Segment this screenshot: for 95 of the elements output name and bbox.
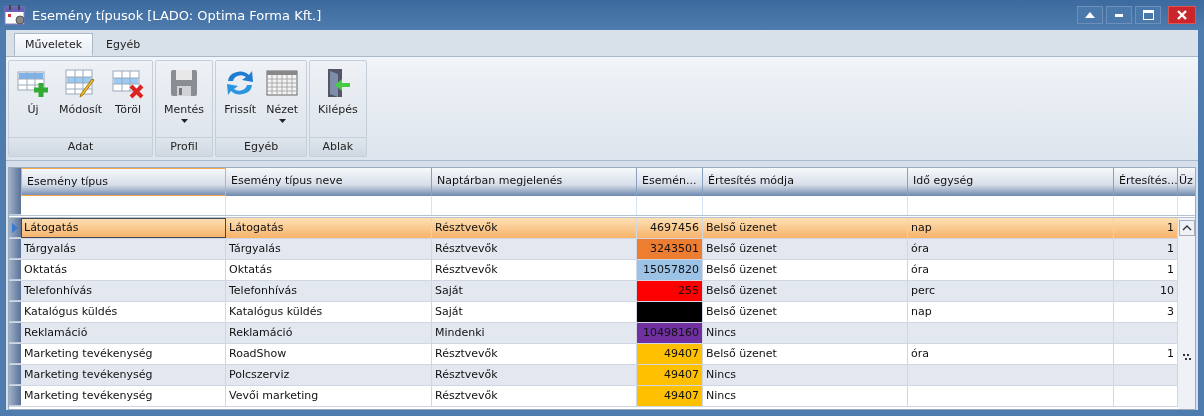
- table-cell: Nincs: [703, 365, 908, 385]
- table-cell: Polcszerviz: [226, 365, 432, 385]
- table-cell: Belső üzenet: [703, 260, 908, 280]
- table-cell: óra: [908, 239, 1114, 259]
- table-row[interactable]: Marketing tevékenység Vevői marketing Résztvevők 49407 Nincs: [9, 386, 1178, 407]
- table-cell: Reklamáció: [21, 323, 226, 343]
- color-cell: 255: [637, 281, 703, 301]
- table-row[interactable]: Tárgyalás Tárgyalás Résztvevők 3243501 Belső üzenet óra 1: [9, 239, 1178, 260]
- ribbon-button[interactable]: Töröl: [108, 65, 149, 135]
- close-icon: [1177, 10, 1187, 20]
- row-indicator: [9, 239, 21, 259]
- grid-corner: [9, 168, 21, 196]
- table-row[interactable]: Látogatás Látogatás Résztvevők 4697456 Belső üzenet nap 1: [9, 218, 1178, 239]
- ribbon-button[interactable]: Kilépés: [314, 65, 362, 135]
- table-delete-icon: [112, 67, 145, 99]
- color-cell: 15057820: [637, 260, 703, 280]
- ribbon-button[interactable]: Mentés: [160, 65, 209, 135]
- maximize-button[interactable]: [1135, 6, 1161, 24]
- row-indicator: [9, 365, 21, 385]
- table-cell: Reklamáció: [226, 323, 432, 343]
- table-cell: RoadShow: [226, 344, 432, 364]
- table-cell: Tárgyalás: [21, 239, 226, 259]
- column-header[interactable]: Értesítés módja: [703, 168, 908, 196]
- table-cell: nap: [908, 302, 1114, 322]
- row-indicator: [9, 260, 21, 280]
- row-indicator: [9, 302, 21, 322]
- table-cell: Oktatás: [21, 260, 226, 280]
- group-label: Egyéb: [216, 137, 307, 156]
- color-cell: 3243501: [637, 239, 703, 259]
- table-row[interactable]: Telefonhívás Telefonhívás Saját 255 Belső üzenet perc 10: [9, 281, 1178, 302]
- grip-icon: [1183, 354, 1191, 362]
- table-cell: Oktatás: [226, 260, 432, 280]
- table-cell: Belső üzenet: [703, 218, 908, 238]
- row-indicator: [9, 386, 21, 406]
- window-title: Esemény típusok [LADO: Optima Forma Kft.]: [32, 7, 322, 23]
- group-label: Ablak: [310, 137, 366, 156]
- table-cell: Nincs: [703, 386, 908, 406]
- column-header[interactable]: Esemén...: [637, 168, 703, 196]
- table-cell: Marketing tevékenység: [21, 386, 226, 406]
- minimize-icon: [1115, 13, 1123, 17]
- close-button[interactable]: [1168, 6, 1196, 24]
- calendar-gear-icon: [4, 4, 26, 26]
- scroll-up-icon: [1178, 220, 1195, 236]
- ribbon-button[interactable]: Frissít: [220, 65, 261, 135]
- collapse-ribbon-button[interactable]: [1077, 6, 1103, 24]
- column-header[interactable]: Üz: [1178, 168, 1195, 196]
- column-header[interactable]: Esemény típus neve: [226, 168, 432, 196]
- table-row[interactable]: Reklamáció Reklamáció Mindenki 10498160 Nincs: [9, 323, 1178, 344]
- table-cell: óra: [908, 260, 1114, 280]
- group-label: Adat: [9, 137, 153, 156]
- row-indicator: [9, 344, 21, 364]
- column-header[interactable]: Értesítés...: [1114, 168, 1178, 196]
- table-cell: Belső üzenet: [703, 281, 908, 301]
- table-cell: Tárgyalás: [226, 239, 432, 259]
- color-cell: 49407: [637, 386, 703, 406]
- vertical-scrollbar[interactable]: [1178, 218, 1195, 409]
- column-header[interactable]: Esemény típus: [21, 168, 226, 196]
- table-cell: Belső üzenet: [703, 239, 908, 259]
- table-cell: Katalógus küldés: [226, 302, 432, 322]
- table-cell: Telefonhívás: [21, 281, 226, 301]
- table-cell: Marketing tevékenység: [21, 344, 226, 364]
- table-cell: óra: [908, 344, 1114, 364]
- color-cell: 10498160: [637, 323, 703, 343]
- column-header[interactable]: Naptárban megjelenés: [432, 168, 637, 196]
- table-row[interactable]: Marketing tevékenység Polcszerviz Résztvevők 49407 Nincs: [9, 365, 1178, 386]
- table-cell: Telefonhívás: [226, 281, 432, 301]
- column-header[interactable]: Idő egység: [908, 168, 1114, 196]
- minimize-button[interactable]: [1106, 6, 1132, 24]
- table-cell: Látogatás: [21, 218, 226, 238]
- table-cell: perc: [908, 281, 1114, 301]
- table-cell: Belső üzenet: [703, 302, 908, 322]
- table-cell: Belső üzenet: [703, 344, 908, 364]
- ribbon-tab[interactable]: Műveletek: [14, 33, 93, 56]
- up-arrow-icon: [1085, 12, 1095, 18]
- ribbon-button[interactable]: Módosít: [55, 65, 107, 135]
- table-pencil-icon: [64, 67, 97, 99]
- table-cell: Katalógus küldés: [21, 302, 226, 322]
- ribbon-tab[interactable]: Egyéb: [95, 33, 152, 56]
- table-cell: nap: [908, 218, 1114, 238]
- color-cell: 4697456: [637, 218, 703, 238]
- table-cell: Résztvevők: [432, 218, 637, 238]
- ribbon-button[interactable]: Nézet: [262, 65, 303, 135]
- grid-icon: [266, 67, 299, 99]
- row-indicator: [9, 323, 21, 343]
- table-cell: Vevői marketing: [226, 386, 432, 406]
- table-cell: Látogatás: [226, 218, 432, 238]
- color-cell: 49407: [637, 365, 703, 385]
- maximize-icon: [1142, 10, 1154, 20]
- color-cell: 49407: [637, 344, 703, 364]
- table-cell: Nincs: [703, 323, 908, 343]
- group-label: Profil: [156, 137, 213, 156]
- row-indicator: [9, 281, 21, 301]
- table-cell: Marketing tevékenység: [21, 365, 226, 385]
- ribbon-button[interactable]: Új: [13, 65, 53, 135]
- current-row-icon: [12, 222, 18, 233]
